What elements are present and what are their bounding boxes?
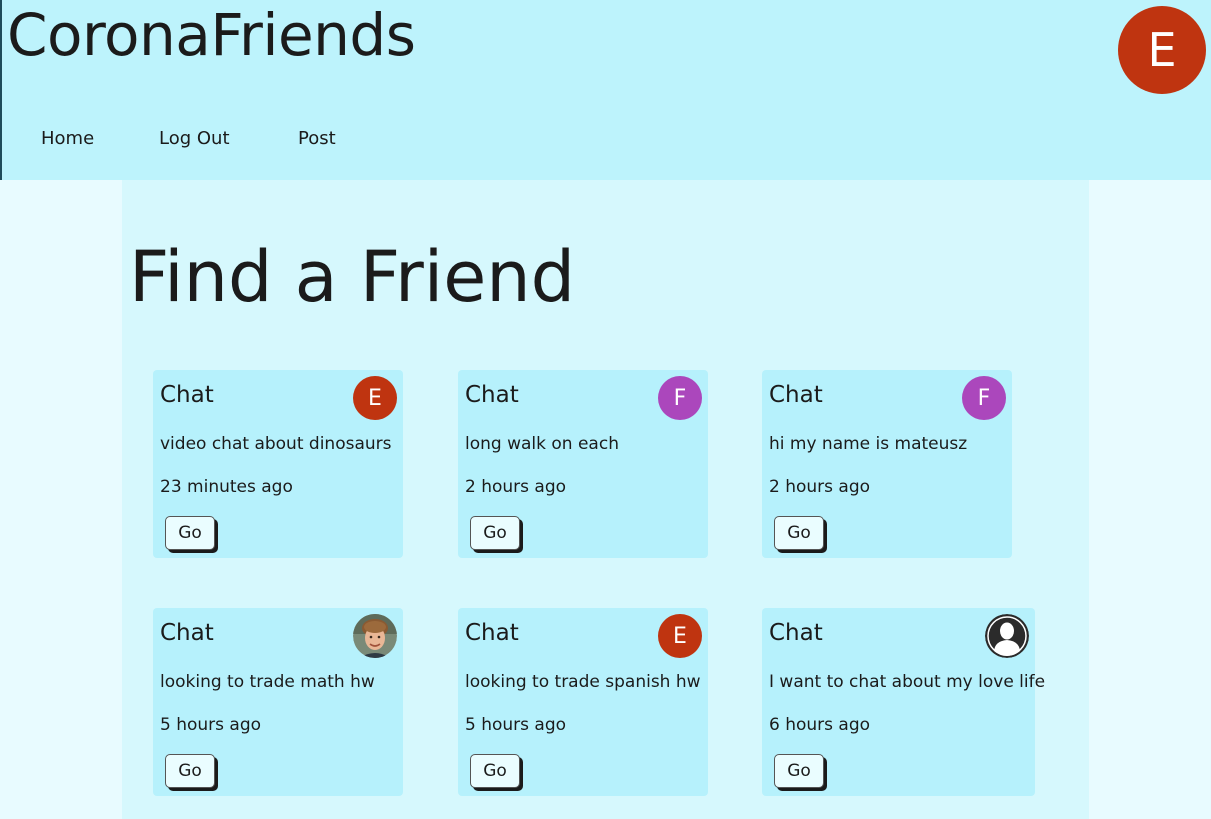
- letter-avatar-icon: E: [658, 614, 702, 658]
- go-button[interactable]: Go: [470, 516, 520, 550]
- user-photo-image: [353, 614, 397, 658]
- chat-card: Chat E video chat about dinosaurs 23 min…: [153, 370, 403, 558]
- card-timestamp: 5 hours ago: [160, 715, 262, 735]
- card-avatar-letter: F: [977, 385, 991, 411]
- card-title: Chat: [769, 382, 823, 408]
- card-description: I want to chat about my love life: [769, 672, 1046, 692]
- go-button[interactable]: Go: [774, 516, 824, 550]
- go-button[interactable]: Go: [470, 754, 520, 788]
- card-avatar-letter: E: [673, 623, 687, 649]
- app-title: CoronaFriends: [7, 1, 416, 69]
- card-description: long walk on each: [465, 434, 619, 454]
- nav-home-link[interactable]: Home: [41, 128, 94, 149]
- letter-avatar-icon: E: [353, 376, 397, 420]
- letter-avatar-icon: F: [962, 376, 1006, 420]
- card-title: Chat: [160, 382, 214, 408]
- nav-post-link[interactable]: Post: [298, 128, 336, 149]
- card-timestamp: 6 hours ago: [769, 715, 871, 735]
- card-description: video chat about dinosaurs: [160, 434, 392, 454]
- user-photo-icon: [353, 614, 397, 658]
- card-timestamp: 23 minutes ago: [160, 477, 293, 497]
- go-button[interactable]: Go: [774, 754, 824, 788]
- chat-card: Chat F hi my name is mateusz 2 hours ago…: [762, 370, 1012, 558]
- go-button[interactable]: Go: [165, 754, 215, 788]
- card-title: Chat: [465, 620, 519, 646]
- card-avatar-letter: E: [368, 385, 382, 411]
- chat-card: Chat E looking to trade spanish hw 5 hou…: [458, 608, 708, 796]
- card-timestamp: 2 hours ago: [769, 477, 871, 497]
- letter-avatar-icon: F: [658, 376, 702, 420]
- user-avatar[interactable]: E: [1118, 6, 1206, 94]
- main-content: Find a Friend Chat E video chat about di…: [122, 180, 1089, 819]
- chat-card: Chat F long walk on each 2 hours ago Go: [458, 370, 708, 558]
- default-user-silhouette-icon: [985, 614, 1029, 658]
- go-button[interactable]: Go: [165, 516, 215, 550]
- silhouette-image: [985, 614, 1029, 658]
- card-title: Chat: [160, 620, 214, 646]
- nav-logout-link[interactable]: Log Out: [159, 128, 230, 149]
- card-timestamp: 2 hours ago: [465, 477, 567, 497]
- user-avatar-letter: E: [1147, 23, 1177, 77]
- card-avatar-letter: F: [673, 385, 687, 411]
- card-description: looking to trade math hw: [160, 672, 375, 692]
- header: CoronaFriends E Home Log Out Post: [0, 0, 1211, 180]
- chat-card: Chat I want to chat about my love life 6…: [762, 608, 1045, 796]
- card-description: hi my name is mateusz: [769, 434, 968, 454]
- card-title: Chat: [465, 382, 519, 408]
- page-title: Find a Friend: [129, 236, 576, 318]
- card-description: looking to trade spanish hw: [465, 672, 701, 692]
- card-timestamp: 5 hours ago: [465, 715, 567, 735]
- card-title: Chat: [769, 620, 823, 646]
- chat-card: Chat looking to trade math hw 5 hours ag…: [153, 608, 403, 796]
